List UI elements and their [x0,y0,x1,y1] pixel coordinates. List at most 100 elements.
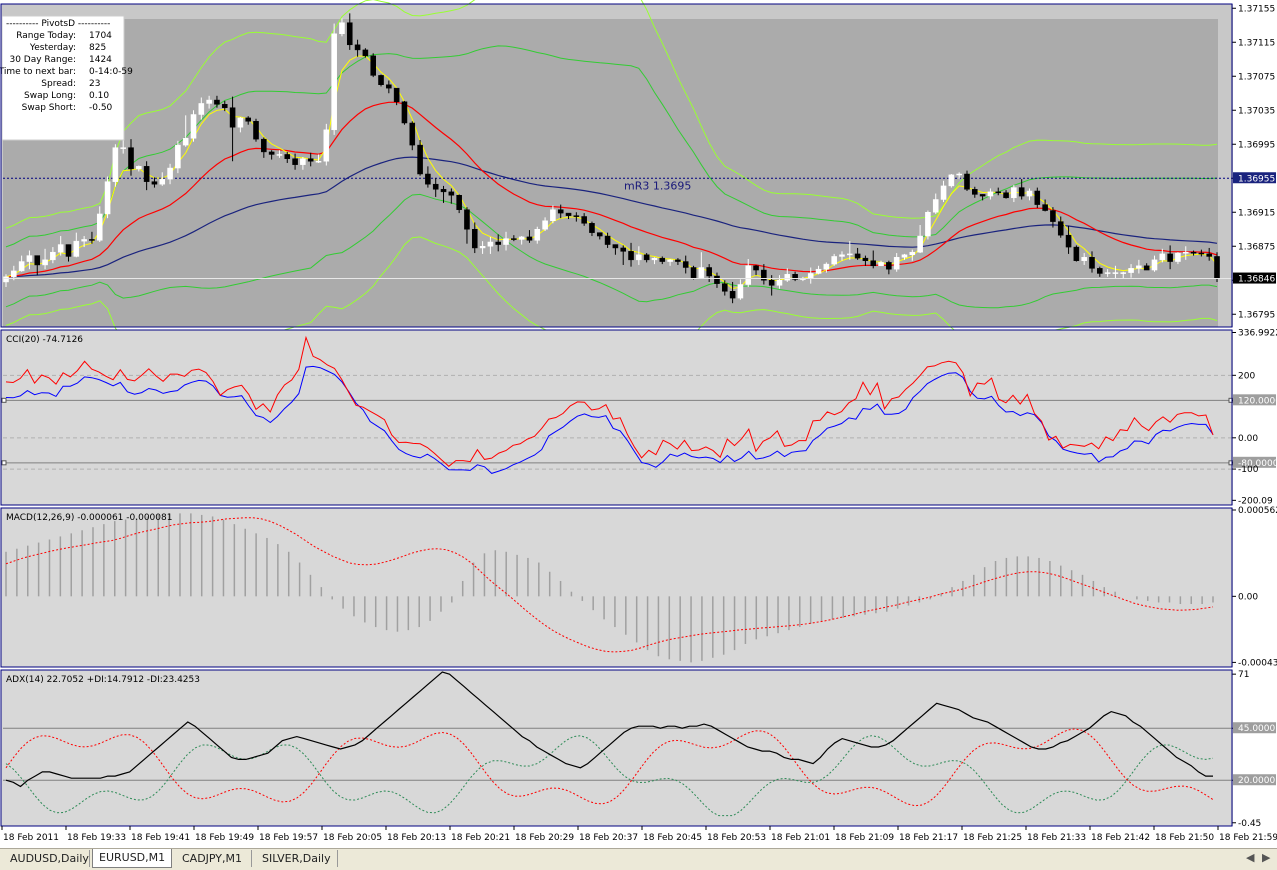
candle[interactable] [776,280,783,286]
candle[interactable] [925,212,931,237]
candle[interactable] [300,158,306,165]
candle[interactable] [1128,268,1134,273]
candle[interactable] [995,191,1002,194]
candle[interactable] [511,238,517,240]
candle[interactable] [11,270,17,278]
candle[interactable] [1182,251,1189,254]
candle[interactable] [42,259,48,266]
candle[interactable] [690,267,697,278]
candle[interactable] [81,239,87,242]
candle[interactable] [1136,265,1142,269]
candle[interactable] [151,181,158,185]
candle[interactable] [651,257,658,261]
candle[interactable] [917,235,923,253]
candle[interactable] [1081,257,1087,261]
candle[interactable] [1026,190,1033,197]
candle[interactable] [948,174,955,187]
candle[interactable] [425,173,431,185]
candle[interactable] [1073,246,1080,261]
candle[interactable] [120,147,126,149]
candle[interactable] [432,183,439,190]
candle[interactable] [909,251,916,255]
candle[interactable] [870,260,877,267]
candle[interactable] [1175,252,1181,262]
candle[interactable] [245,117,251,122]
candle[interactable] [276,154,283,156]
candle[interactable] [675,259,681,262]
candle[interactable] [1050,210,1056,222]
candle[interactable] [714,275,720,284]
candle[interactable] [972,189,978,195]
candle[interactable] [464,209,470,230]
candle[interactable] [721,283,728,292]
trading-chart[interactable]: mR3 1.3695 1.37155 1.37115 1.37075 1.37035 1.… [0,0,1277,848]
candle[interactable] [104,181,111,215]
candle[interactable] [628,251,634,261]
candle[interactable] [565,212,572,216]
candle[interactable] [362,49,369,57]
candle[interactable] [175,144,181,169]
scroll-right-icon[interactable]: ▶ [1262,851,1270,864]
candle[interactable] [65,244,72,257]
candle[interactable] [878,262,884,267]
candle[interactable] [667,259,673,262]
candle[interactable] [698,267,705,278]
cci-level-handle[interactable] [1,460,7,466]
candle[interactable] [503,238,509,245]
candle[interactable] [456,195,462,210]
candle[interactable] [73,240,80,257]
candle[interactable] [393,87,400,103]
candle[interactable] [214,99,220,105]
candle[interactable] [807,273,814,279]
candle[interactable] [729,291,736,299]
candle[interactable] [378,75,384,86]
candle[interactable] [386,84,392,89]
candle[interactable] [1089,257,1095,269]
candle[interactable] [253,121,259,140]
candle[interactable] [323,129,330,162]
candle[interactable] [346,22,353,46]
candle[interactable] [1206,253,1212,257]
candle[interactable] [979,194,986,197]
candle[interactable] [1190,251,1197,254]
candle[interactable] [471,229,478,249]
candle[interactable] [831,256,837,265]
candle[interactable] [370,55,376,76]
candle[interactable] [604,235,611,245]
scroll-left-icon[interactable]: ◀ [1246,851,1254,864]
candle[interactable] [823,263,830,270]
candle[interactable] [1057,221,1064,236]
candle[interactable] [745,265,752,285]
candle[interactable] [479,246,486,249]
candle[interactable] [50,251,56,261]
candle[interactable] [987,191,994,197]
candle[interactable] [1120,272,1127,274]
candle[interactable] [112,147,119,182]
candle[interactable] [643,254,650,261]
candle[interactable] [261,138,267,153]
candle[interactable] [1112,272,1119,274]
candle[interactable] [839,254,845,257]
candle[interactable] [339,22,345,35]
candle[interactable] [221,104,228,108]
candle[interactable] [307,158,314,162]
candle[interactable] [206,99,212,104]
candle[interactable] [753,265,759,271]
candle[interactable] [401,101,408,124]
candle[interactable] [737,284,744,299]
tab-audusd-daily[interactable]: AUDUSD,Daily [4,850,90,867]
tab-eurusd-m1[interactable]: EURUSD,M1 [92,849,172,868]
candle[interactable] [182,138,189,146]
candle[interactable] [1097,268,1103,274]
candle[interactable] [1214,256,1220,279]
candle[interactable] [292,158,298,165]
candle[interactable] [354,44,361,51]
candle[interactable] [128,147,134,170]
candle[interactable] [815,268,822,274]
candle[interactable] [893,257,900,270]
candle[interactable] [581,216,587,224]
candle[interactable] [198,103,205,115]
candle[interactable] [706,267,712,277]
candle[interactable] [495,241,502,245]
candle[interactable] [229,107,236,128]
